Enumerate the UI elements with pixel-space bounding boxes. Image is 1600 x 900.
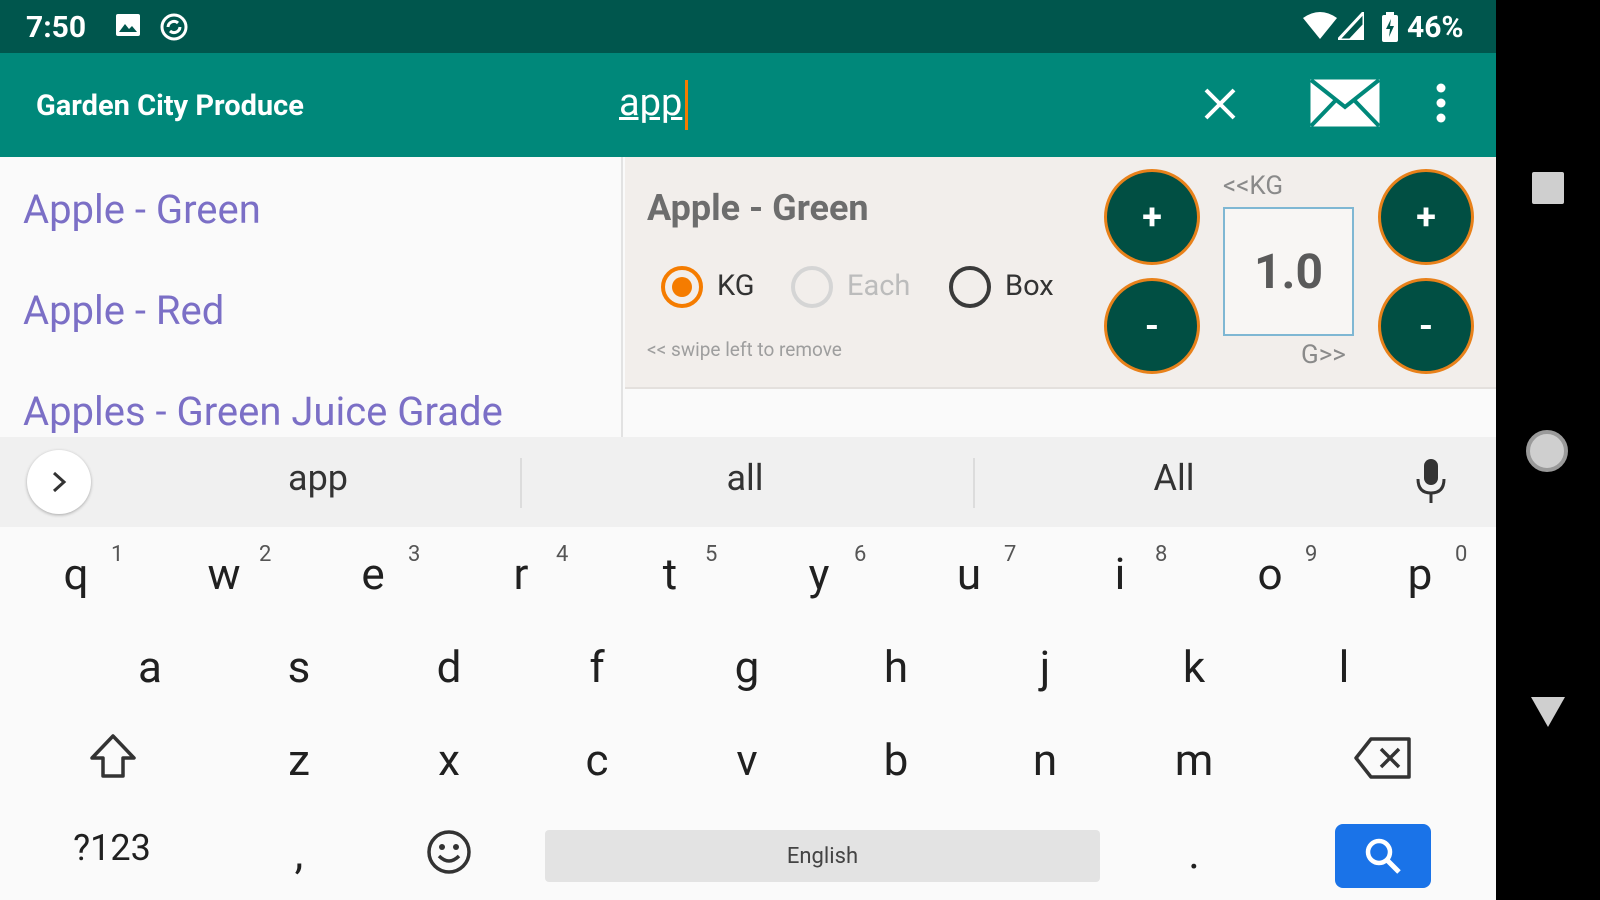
overview-icon[interactable] — [1532, 172, 1564, 204]
search-key[interactable] — [1335, 824, 1431, 888]
back-icon[interactable] — [1529, 695, 1567, 733]
key-l[interactable]: l — [1284, 627, 1404, 707]
backspace-key[interactable] — [1323, 720, 1443, 800]
key-s[interactable]: s — [239, 627, 359, 707]
key-y[interactable]: y6 — [759, 534, 879, 614]
product-list: Apple - Green Apple - Red Apples - Green… — [0, 157, 623, 437]
suggestion-item[interactable]: app — [218, 457, 418, 499]
wifi-icon — [1303, 12, 1337, 44]
key-p[interactable]: p0 — [1360, 534, 1480, 614]
key-r[interactable]: r4 — [461, 534, 581, 614]
emoji-icon — [427, 830, 471, 874]
key-i[interactable]: i8 — [1060, 534, 1180, 614]
soft-keyboard: app all All q1 w2 e3 r4 t5 y6 u7 i8 o9 p… — [0, 437, 1496, 900]
search-icon — [1365, 838, 1401, 874]
key-d[interactable]: d — [389, 627, 509, 707]
unit-label-each: Each — [847, 269, 911, 303]
divider — [973, 458, 975, 508]
suggestion-item[interactable]: All — [1074, 457, 1274, 499]
key-g[interactable]: g — [687, 627, 807, 707]
key-o[interactable]: o9 — [1210, 534, 1330, 614]
close-icon[interactable] — [1203, 87, 1237, 125]
list-item[interactable]: Apple - Green — [23, 186, 261, 233]
kg-minus-button[interactable]: - — [1104, 278, 1200, 374]
key-x[interactable]: x — [389, 720, 509, 800]
unit-radio-kg[interactable] — [661, 266, 703, 308]
battery-icon — [1381, 12, 1399, 46]
suggestion-item[interactable]: all — [645, 457, 845, 499]
chevron-right-icon[interactable] — [27, 450, 91, 514]
home-icon[interactable] — [1526, 430, 1568, 472]
key-u[interactable]: u7 — [909, 534, 1029, 614]
app-title: Garden City Produce — [36, 89, 304, 123]
status-bar: 7:50 46% — [0, 0, 1496, 53]
app-bar: Garden City Produce app — [0, 53, 1496, 157]
backspace-icon — [1354, 737, 1411, 779]
overflow-menu-icon[interactable] — [1435, 83, 1447, 127]
gram-minus-button[interactable]: - — [1378, 278, 1474, 374]
shift-icon — [90, 734, 136, 778]
key-t[interactable]: t5 — [610, 534, 730, 614]
symbols-key[interactable]: ?123 — [52, 813, 172, 893]
email-icon[interactable] — [1308, 77, 1382, 133]
key-q[interactable]: q1 — [16, 534, 136, 614]
product-title: Apple - Green — [647, 187, 869, 229]
quantity-field[interactable]: 1.0 — [1223, 207, 1354, 336]
key-w[interactable]: w2 — [164, 534, 284, 614]
status-time: 7:50 — [26, 10, 87, 45]
gram-plus-button[interactable]: + — [1378, 169, 1474, 265]
image-icon — [115, 12, 141, 42]
unit-radio-each — [791, 266, 833, 308]
microphone-icon[interactable] — [1415, 457, 1447, 509]
navigation-bar — [1496, 0, 1600, 900]
unit-radio-box[interactable] — [949, 266, 991, 308]
key-k[interactable]: k — [1134, 627, 1254, 707]
suggestion-strip: app all All — [0, 437, 1496, 527]
search-input[interactable]: app — [619, 81, 682, 125]
swipe-hint: << swipe left to remove — [647, 338, 842, 361]
gram-unit-label: G>> — [1301, 340, 1346, 370]
detail-empty-area — [625, 391, 1496, 437]
key-c[interactable]: c — [537, 720, 657, 800]
kg-plus-button[interactable]: + — [1104, 169, 1200, 265]
key-comma[interactable]: , — [239, 813, 359, 893]
emoji-key[interactable] — [389, 813, 509, 893]
unit-label-box[interactable]: Box — [1005, 269, 1054, 303]
text-caret — [685, 80, 688, 130]
key-e[interactable]: e3 — [313, 534, 433, 614]
product-detail-card[interactable]: Apple - Green KG Each Box << swipe left … — [625, 157, 1496, 389]
shift-key[interactable] — [52, 720, 172, 800]
unit-label-kg[interactable]: KG — [717, 269, 755, 303]
key-j[interactable]: j — [985, 627, 1105, 707]
list-item[interactable]: Apple - Red — [23, 287, 224, 334]
sync-icon — [159, 12, 189, 46]
list-item[interactable]: Apples - Green Juice Grade — [23, 388, 503, 435]
key-period[interactable]: . — [1134, 813, 1254, 893]
key-m[interactable]: m — [1134, 720, 1254, 800]
key-a[interactable]: a — [90, 627, 210, 707]
key-h[interactable]: h — [836, 627, 956, 707]
kg-unit-label: <<KG — [1223, 171, 1284, 201]
key-z[interactable]: z — [239, 720, 359, 800]
cell-signal-icon — [1334, 8, 1366, 44]
app-screen: 7:50 46% Garden City Produce app Apple -… — [0, 0, 1496, 900]
space-bar[interactable]: English — [545, 830, 1100, 882]
divider — [520, 458, 522, 508]
key-v[interactable]: v — [687, 720, 807, 800]
key-n[interactable]: n — [985, 720, 1105, 800]
key-f[interactable]: f — [537, 627, 657, 707]
key-b[interactable]: b — [836, 720, 956, 800]
battery-percent: 46% — [1407, 10, 1464, 45]
